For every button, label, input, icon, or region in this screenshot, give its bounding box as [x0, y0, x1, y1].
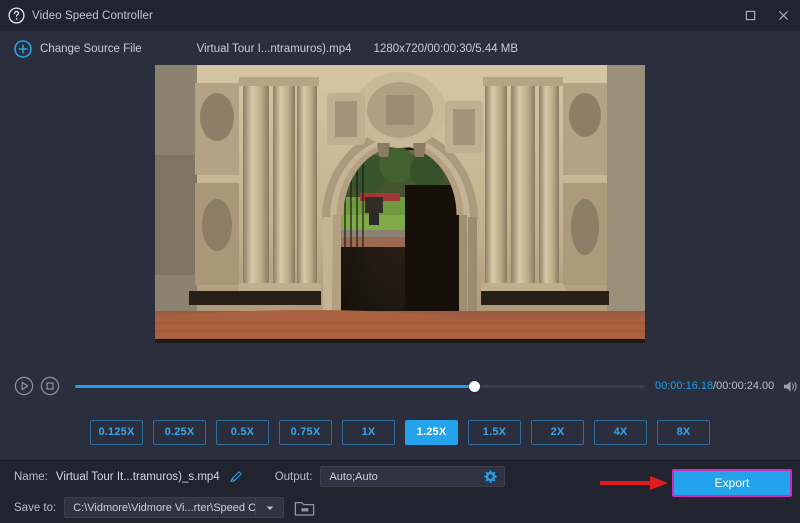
export-button[interactable]: Export	[672, 469, 792, 497]
close-button[interactable]	[767, 0, 800, 31]
gear-icon[interactable]	[483, 469, 498, 484]
close-icon	[778, 10, 789, 21]
video-frame-image	[155, 65, 645, 343]
seek-fill	[75, 385, 474, 388]
output-format-value: Auto;Auto	[329, 471, 483, 483]
speed-button-05x[interactable]: 0.5X	[216, 420, 269, 445]
seek-handle[interactable]	[469, 381, 480, 392]
bottom-panel: Name: Virtual Tour It...tramuros)_s.mp4 …	[0, 460, 800, 523]
seek-bar[interactable]	[75, 379, 645, 393]
plus-circle-icon[interactable]	[14, 40, 32, 58]
save-path-field[interactable]: C:\Vidmore\Vidmore Vi...rter\Speed Contr…	[64, 497, 284, 518]
video-speed-controller-window: Video Speed Controller	[0, 0, 800, 523]
output-format-selector[interactable]: Auto;Auto	[320, 466, 505, 487]
change-source-file-button[interactable]: Change Source File	[40, 43, 142, 55]
window-title: Video Speed Controller	[32, 10, 153, 22]
name-label: Name:	[14, 471, 48, 483]
question-circle-icon	[8, 7, 25, 24]
speed-button-2x[interactable]: 2X	[531, 420, 584, 445]
video-preview[interactable]	[155, 65, 645, 343]
folder-icon[interactable]	[294, 499, 315, 517]
red-arrow-icon	[600, 473, 672, 493]
speed-button-025x[interactable]: 0.25X	[153, 420, 206, 445]
speed-button-4x[interactable]: 4X	[594, 420, 647, 445]
stop-circle-icon[interactable]	[40, 376, 60, 396]
speed-options: 0.125X 0.25X 0.5X 0.75X 1X 1.25X 1.5X 2X…	[0, 404, 800, 460]
pencil-icon[interactable]	[229, 470, 243, 484]
speed-button-15x[interactable]: 1.5X	[468, 420, 521, 445]
current-time: 00:00:16.18	[655, 380, 713, 392]
source-file-meta: 1280x720/00:00:30/5.44 MB	[374, 43, 519, 55]
title-bar: Video Speed Controller	[0, 0, 800, 31]
play-circle-icon[interactable]	[14, 376, 34, 396]
video-stage	[0, 65, 800, 368]
speed-button-125x[interactable]: 1.25X	[405, 420, 458, 445]
save-path-value: C:\Vidmore\Vidmore Vi...rter\Speed Contr…	[73, 502, 255, 514]
speed-button-1x[interactable]: 1X	[342, 420, 395, 445]
speed-button-075x[interactable]: 0.75X	[279, 420, 332, 445]
source-file-name: Virtual Tour I...ntramuros).mp4	[197, 43, 352, 55]
maximize-icon	[745, 10, 756, 21]
time-display: 00:00:16.18/00:00:24.00	[655, 380, 774, 392]
maximize-button[interactable]	[734, 0, 767, 31]
source-file-bar: Change Source File Virtual Tour I...ntra…	[0, 31, 800, 65]
output-name-value: Virtual Tour It...tramuros)_s.mp4	[56, 471, 220, 483]
speed-button-8x[interactable]: 8X	[657, 420, 710, 445]
speaker-icon[interactable]	[783, 379, 800, 394]
transport-bar: 00:00:16.18/00:00:24.00	[0, 368, 800, 404]
chevron-down-icon[interactable]	[255, 498, 283, 517]
speed-button-0125x[interactable]: 0.125X	[90, 420, 143, 445]
output-label: Output:	[275, 471, 313, 483]
save-to-label: Save to:	[14, 502, 56, 514]
window-controls	[734, 0, 800, 31]
total-time: /00:00:24.00	[713, 380, 774, 392]
export-button-label: Export	[715, 476, 750, 490]
